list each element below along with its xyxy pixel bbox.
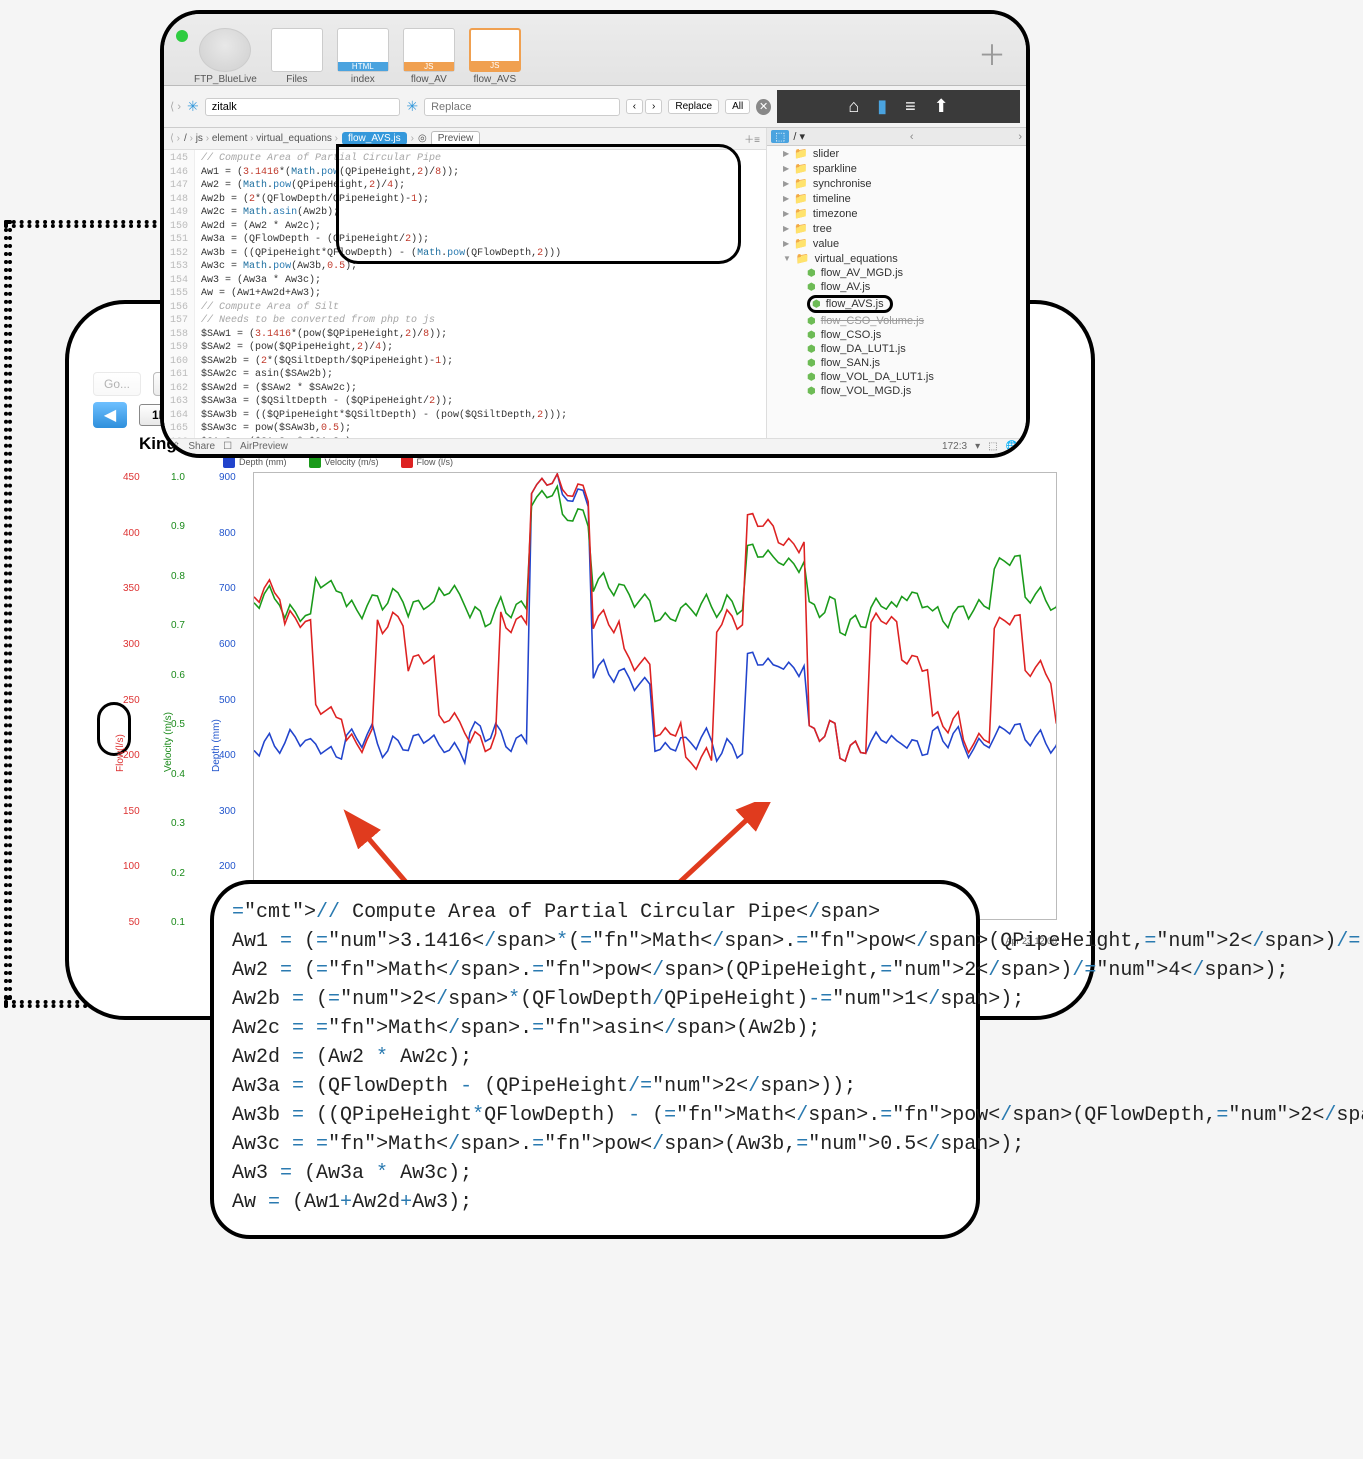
tree-file[interactable]: ⬢flow_AVS.js: [767, 294, 1026, 314]
tree-file[interactable]: ⬢flow_DA_LUT1.js: [767, 342, 1026, 356]
breadcrumb-item[interactable]: virtual_equations: [256, 133, 332, 144]
breadcrumb-item[interactable]: js: [196, 133, 203, 144]
replace-button[interactable]: Replace: [668, 99, 719, 114]
home-icon[interactable]: ⌂: [848, 96, 859, 117]
y-axis-velocity: 1.00.90.80.70.60.50.40.30.20.1: [171, 472, 185, 928]
find-next-button[interactable]: ›: [645, 99, 662, 114]
file-icon[interactable]: ▮: [877, 96, 887, 117]
tree-folder[interactable]: ▶📁timeline: [767, 191, 1026, 206]
tree-file[interactable]: ⬢flow_SAN.js: [767, 356, 1026, 370]
sidebar-toolbar: ⌂ ▮ ≡ ⬆: [777, 90, 1020, 123]
y-axis-label-depth: Depth (mm): [211, 719, 222, 772]
tab-flowavs[interactable]: flow_AVS: [469, 28, 521, 85]
breadcrumb-item[interactable]: element: [212, 133, 248, 144]
y-axis-depth: 900800700600500400300200100: [219, 472, 236, 928]
tree-folder[interactable]: ▶📁timezone: [767, 206, 1026, 221]
go-tab[interactable]: Go...: [93, 372, 141, 396]
tree-scope-icon[interactable]: ⬚: [771, 130, 789, 143]
replace-input[interactable]: [424, 98, 620, 116]
callout-line: [4, 220, 12, 1000]
breadcrumb-active[interactable]: flow_AVS.js: [342, 132, 407, 145]
code-editor-window: FTP_BlueLiveFilesindexflow_AVflow_AVS ＋ …: [160, 10, 1030, 458]
preview-eye-icon[interactable]: ◎: [418, 133, 427, 144]
tab-label: flow_AVS: [474, 74, 517, 85]
upload-icon[interactable]: ⬆: [934, 96, 949, 117]
tree-nav-next-icon[interactable]: ›: [1018, 131, 1022, 143]
tab-label: Files: [286, 74, 307, 85]
tree-file[interactable]: ⬢flow_CSO_Volume.js: [767, 314, 1026, 328]
tree-folder[interactable]: ▶📁value: [767, 236, 1026, 251]
tree-folder[interactable]: ▶📁sparkline: [767, 161, 1026, 176]
tab-files[interactable]: Files: [271, 28, 323, 85]
tab-label: flow_AV: [411, 74, 447, 85]
tab-ftp[interactable]: FTP_BlueLive: [194, 28, 257, 85]
regex-icon[interactable]: ✳: [187, 98, 199, 115]
back-button[interactable]: ◀: [93, 402, 127, 428]
editor-status-bar: ⇪Share ☐AirPreview 172:3▾ ⬚ 🌐: [164, 438, 1026, 454]
tree-file[interactable]: ⬢flow_CSO.js: [767, 328, 1026, 342]
status-icon[interactable]: ⬚: [988, 441, 997, 452]
code-editor[interactable]: 1451461471481491501511521531541551561571…: [164, 150, 766, 438]
tree-folder-expanded[interactable]: ▼📁virtual_equations: [767, 251, 1026, 266]
code-pane: ⟨ › / › js › element › virtual_equations…: [164, 128, 766, 438]
y-axis-label-flow: Flow(l/s): [115, 734, 126, 772]
tree-path: / ▾: [793, 130, 805, 143]
tree-nav-prev-icon[interactable]: ‹: [910, 131, 914, 143]
nav-prev-icon[interactable]: ⟨ ›: [170, 100, 181, 113]
tree-folder[interactable]: ▶📁tree: [767, 221, 1026, 236]
dropdown-icon[interactable]: ▾: [975, 441, 980, 452]
tab-flowav[interactable]: flow_AV: [403, 28, 455, 85]
tab-label: FTP_BlueLive: [194, 74, 257, 85]
tree-file[interactable]: ⬢flow_VOL_DA_LUT1.js: [767, 370, 1026, 384]
replace-all-button[interactable]: All: [725, 99, 750, 114]
tree-folder[interactable]: ▶📁slider: [767, 146, 1026, 161]
y-axis-flow: 45040035030025020015010050: [123, 472, 140, 928]
editor-tab-bar: FTP_BlueLive Files index flow_AV flow_AVS ＋: [164, 14, 1026, 86]
tree-file[interactable]: ⬢flow_AV.js: [767, 280, 1026, 294]
y-axis-label-velocity: Velocity (m/s): [163, 712, 174, 772]
find-prev-button[interactable]: ‹: [626, 99, 643, 114]
code-magnified-callout: ="cmt">// Compute Area of Partial Circul…: [210, 880, 980, 1239]
add-tab-button[interactable]: ＋: [978, 34, 1006, 74]
tree-folder[interactable]: ▶📁synchronise: [767, 176, 1026, 191]
preview-button[interactable]: Preview: [431, 131, 481, 146]
chart-canvas: [253, 472, 1057, 920]
add-split-icon[interactable]: ＋≡: [744, 131, 760, 146]
find-input[interactable]: [205, 98, 401, 116]
traffic-light-green[interactable]: [176, 30, 188, 42]
find-replace-bar: ⟨ › ✳ ✳ ‹ › Replace All ✕ ⌂ ▮ ≡ ⬆: [164, 86, 1026, 128]
nav-prev-icon[interactable]: ⟨ ›: [170, 133, 180, 144]
close-find-icon[interactable]: ✕: [756, 99, 771, 115]
tree-file[interactable]: ⬢flow_VOL_MGD.js: [767, 384, 1026, 398]
airpreview-label: AirPreview: [240, 441, 288, 452]
airpreview-checkbox[interactable]: ☐: [223, 441, 232, 452]
tab-index[interactable]: index: [337, 28, 389, 85]
list-icon[interactable]: ≡: [905, 96, 916, 117]
tree-file[interactable]: ⬢flow_AV_MGD.js: [767, 266, 1026, 280]
file-tree: ⬚ / ▾ ‹ › ▶📁slider▶📁sparkline▶📁synchroni…: [766, 128, 1026, 438]
tab-label: index: [351, 74, 375, 85]
regex-icon[interactable]: ✳: [406, 98, 418, 115]
cursor-pos: 172:3: [942, 441, 967, 452]
breadcrumb-bar: ⟨ › / › js › element › virtual_equations…: [164, 128, 766, 150]
share-label[interactable]: Share: [188, 441, 215, 452]
